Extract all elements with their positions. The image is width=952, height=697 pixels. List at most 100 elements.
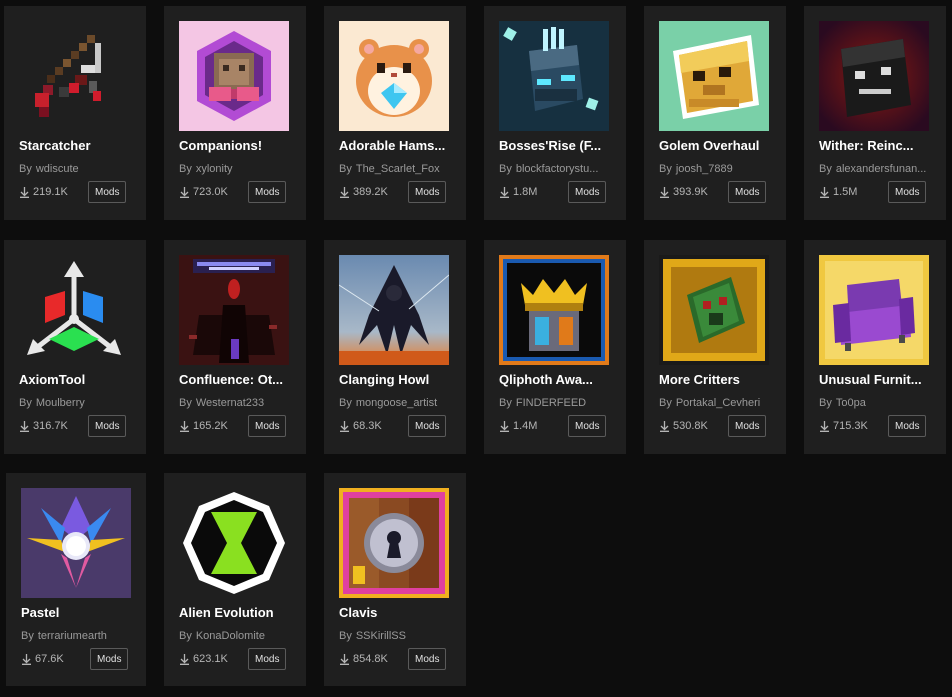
mod-title[interactable]: Pastel (21, 605, 136, 620)
mod-title[interactable]: Unusual Furnit... (819, 372, 934, 387)
mod-author-name[interactable]: blockfactorystu... (516, 163, 599, 175)
mod-author-name[interactable]: alexandersfunan... (836, 163, 927, 175)
mod-author-name[interactable]: joosh_7889 (676, 163, 733, 175)
mod-title[interactable]: More Critters (659, 372, 774, 387)
mod-title[interactable]: Companions! (179, 138, 294, 153)
mod-title[interactable]: Golem Overhaul (659, 138, 774, 153)
by-label: By (339, 630, 352, 642)
category-tag-mods[interactable]: Mods (248, 415, 287, 437)
mod-thumbnail-more-critters[interactable] (659, 255, 769, 365)
mod-thumbnail-companions[interactable] (179, 21, 289, 131)
mod-author[interactable]: By SSKirillSS (339, 630, 459, 642)
mod-author-name[interactable]: The_Scarlet_Fox (356, 163, 440, 175)
mod-card-clavis[interactable]: Clavis By SSKirillSS 854.8K Mods (324, 473, 466, 686)
mod-card-axiomtool[interactable]: AxiomTool By Moulberry 316.7K Mods (4, 240, 146, 454)
mod-author[interactable]: By joosh_7889 (659, 163, 779, 175)
mod-author[interactable]: By mongoose_artist (339, 397, 459, 409)
category-tag-mods[interactable]: Mods (728, 181, 767, 203)
mod-thumbnail-alien-evolution[interactable] (179, 488, 289, 598)
mod-author-name[interactable]: mongoose_artist (356, 397, 437, 409)
mod-thumbnail-clanging-howl[interactable] (339, 255, 449, 365)
mod-title[interactable]: Alien Evolution (179, 605, 294, 620)
category-tag-mods[interactable]: Mods (888, 181, 927, 203)
mod-author-name[interactable]: wdiscute (36, 163, 79, 175)
fishing-rod-icon (19, 21, 129, 131)
mod-card-qliphoth-awakening[interactable]: Qliphoth Awa... By FINDERFEED 1.4M Mods (484, 240, 626, 454)
mod-author-name[interactable]: Moulberry (36, 397, 85, 409)
mod-author-name[interactable]: KonaDolomite (196, 630, 265, 642)
mod-author[interactable]: By terrariumearth (21, 630, 141, 642)
mod-title[interactable]: Bosses'Rise (F... (499, 138, 614, 153)
mod-thumbnail-bosses-rise[interactable] (499, 21, 609, 131)
mod-author[interactable]: By blockfactorystu... (499, 163, 619, 175)
keyhole-lock-icon (339, 488, 449, 598)
mod-title[interactable]: AxiomTool (19, 372, 134, 387)
by-label: By (819, 397, 832, 409)
mod-thumbnail-starcatcher[interactable] (19, 21, 129, 131)
mod-card-clanging-howl[interactable]: Clanging Howl By mongoose_artist 68.3K Mo… (324, 240, 466, 454)
category-tag-mods[interactable]: Mods (408, 648, 447, 670)
wither-skull-icon (819, 21, 929, 131)
mod-author[interactable]: By To0pa (819, 397, 939, 409)
mod-author[interactable]: By Moulberry (19, 397, 139, 409)
category-tag-mods[interactable]: Mods (408, 415, 447, 437)
mod-author[interactable]: By alexandersfunan... (819, 163, 939, 175)
mod-card-unusual-furniture[interactable]: Unusual Furnit... By To0pa 715.3K Mods (804, 240, 946, 454)
category-tag-mods[interactable]: Mods (248, 648, 287, 670)
mod-card-adorable-hamsters[interactable]: Adorable Hams... By The_Scarlet_Fox 389.2… (324, 6, 466, 220)
category-tag-mods[interactable]: Mods (88, 181, 127, 203)
mod-thumbnail-qliphoth-awakening[interactable] (499, 255, 609, 365)
mod-thumbnail-pastel[interactable] (21, 488, 131, 598)
category-tag-mods[interactable]: Mods (888, 415, 927, 437)
mod-card-confluence[interactable]: Confluence: Ot... By Westernat233 165.2K … (164, 240, 306, 454)
mod-title[interactable]: Qliphoth Awa... (499, 372, 614, 387)
mod-author[interactable]: By The_Scarlet_Fox (339, 163, 459, 175)
mod-card-golem-overhaul[interactable]: Golem Overhaul By joosh_7889 393.9K Mods (644, 6, 786, 220)
category-tag-mods[interactable]: Mods (88, 415, 127, 437)
category-tag-mods[interactable]: Mods (90, 648, 129, 670)
mod-author[interactable]: By FINDERFEED (499, 397, 619, 409)
mod-title[interactable]: Starcatcher (19, 138, 134, 153)
mod-author[interactable]: By xylonity (179, 163, 299, 175)
mod-thumbnail-confluence[interactable] (179, 255, 289, 365)
category-tag-mods[interactable]: Mods (568, 181, 607, 203)
mod-author[interactable]: By wdiscute (19, 163, 139, 175)
mod-author[interactable]: By Westernat233 (179, 397, 299, 409)
mod-thumbnail-axiomtool[interactable] (19, 255, 129, 365)
download-count: 530.8K (659, 420, 708, 432)
category-tag-mods[interactable]: Mods (728, 415, 767, 437)
mod-card-starcatcher[interactable]: Starcatcher By wdiscute 219.1K Mods (4, 6, 146, 220)
armchair-icon (819, 255, 929, 365)
mod-author-name[interactable]: To0pa (836, 397, 866, 409)
mod-title[interactable]: Clavis (339, 605, 454, 620)
mod-card-pastel[interactable]: Pastel By terrariumearth 67.6K Mods (6, 473, 146, 686)
mod-author-name[interactable]: xylonity (196, 163, 233, 175)
mod-thumbnail-unusual-furniture[interactable] (819, 255, 929, 365)
mod-title[interactable]: Clanging Howl (339, 372, 454, 387)
mod-title[interactable]: Confluence: Ot... (179, 372, 294, 387)
mod-author-name[interactable]: FINDERFEED (516, 397, 586, 409)
mod-thumbnail-wither-reincarnated[interactable] (819, 21, 929, 131)
mod-author-name[interactable]: terrariumearth (38, 630, 107, 642)
mod-title[interactable]: Wither: Reinc... (819, 138, 934, 153)
mod-thumbnail-golem-overhaul[interactable] (659, 21, 769, 131)
mod-author-name[interactable]: SSKirillSS (356, 630, 406, 642)
category-tag-mods[interactable]: Mods (248, 181, 287, 203)
download-icon (340, 187, 349, 198)
download-icon (820, 421, 829, 432)
mod-thumbnail-clavis[interactable] (339, 488, 449, 598)
mod-author-name[interactable]: Portakal_Cevheri (676, 397, 760, 409)
mod-author[interactable]: By Portakal_Cevheri (659, 397, 779, 409)
mod-card-bosses-rise[interactable]: Bosses'Rise (F... By blockfactorystu... 1… (484, 6, 626, 220)
category-tag-mods[interactable]: Mods (568, 415, 607, 437)
mod-card-alien-evolution[interactable]: Alien Evolution By KonaDolomite 623.1K Mo… (164, 473, 306, 686)
mod-author[interactable]: By KonaDolomite (179, 630, 299, 642)
mod-thumbnail-adorable-hamsters[interactable] (339, 21, 449, 131)
category-tag-mods[interactable]: Mods (408, 181, 447, 203)
download-icon (180, 654, 189, 665)
mod-card-companions[interactable]: Companions! By xylonity 723.0K Mods (164, 6, 306, 220)
mod-author-name[interactable]: Westernat233 (196, 397, 264, 409)
mod-title[interactable]: Adorable Hams... (339, 138, 454, 153)
mod-card-wither-reincarnated[interactable]: Wither: Reinc... By alexandersfunan... 1.… (804, 6, 946, 220)
mod-card-more-critters[interactable]: More Critters By Portakal_Cevheri 530.8K … (644, 240, 786, 454)
